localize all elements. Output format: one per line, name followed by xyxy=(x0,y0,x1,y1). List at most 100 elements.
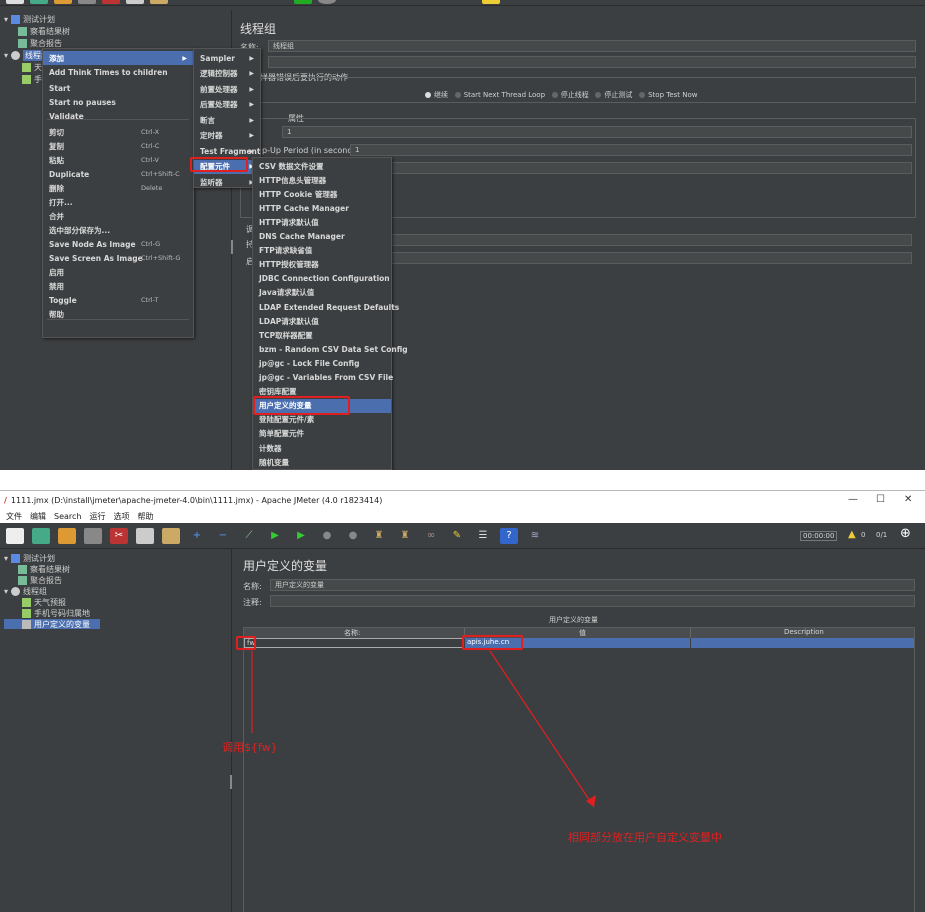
submenu-arrow-icon: ▶ xyxy=(249,54,254,62)
config-menu-item[interactable]: DNS Cache Manager xyxy=(253,230,391,244)
config-menu-item[interactable]: LDAP请求默认值 xyxy=(253,314,391,328)
context-menu-item[interactable]: Toggle Ctrl-T xyxy=(43,293,193,307)
context-menu-item[interactable]: Validate xyxy=(43,109,193,123)
config-menu-item[interactable]: 登陆配置元件/素 xyxy=(253,413,391,427)
add-menu-item[interactable]: Test Fragment ▶ xyxy=(194,144,260,158)
radio-stop-thread[interactable]: 停止线程 xyxy=(551,91,589,99)
add-menu-item[interactable]: 配置元件▶ xyxy=(194,159,260,174)
context-menu-item[interactable]: Duplicate Ctrl+Shift-C xyxy=(43,167,193,181)
config-menu-item[interactable]: Java请求默认值 xyxy=(253,286,391,300)
add-menu-item[interactable]: Sampler ▶ xyxy=(194,51,260,65)
menu-item-label: HTTP Cache Manager xyxy=(259,203,349,213)
radio-continue[interactable]: 继续 xyxy=(425,91,448,99)
splitter[interactable] xyxy=(231,240,233,254)
context-menu-item[interactable]: 选中部分保存为... xyxy=(43,223,193,237)
menu-item-label: LDAP请求默认值 xyxy=(259,316,319,326)
add-menu-item[interactable]: 逻辑控制器 ▶ xyxy=(194,67,260,81)
add-menu-item[interactable]: 定时器 ▶ xyxy=(194,129,260,143)
add-menu-item[interactable]: 断言 ▶ xyxy=(194,113,260,127)
context-menu-item[interactable]: Start xyxy=(43,81,193,95)
radio-next-loop[interactable]: Start Next Thread Loop xyxy=(454,91,545,99)
config-menu-item[interactable]: 简单配置元件 xyxy=(253,427,391,441)
context-menu-item[interactable]: 剪切 Ctrl-X xyxy=(43,125,193,139)
context-menu-item[interactable]: 删除 Delete xyxy=(43,181,193,195)
tree-item-result-tree[interactable]: 察看结果树 xyxy=(18,26,70,37)
config-menu-item[interactable]: 密钥库配置 xyxy=(253,385,391,399)
radio-label: 停止线程 xyxy=(560,91,589,99)
copy-icon[interactable] xyxy=(126,0,144,4)
add-menu-item[interactable]: 前置处理器 ▶ xyxy=(194,82,260,96)
rampup-field[interactable]: 1 xyxy=(350,144,912,156)
context-menu-item[interactable]: 禁用 xyxy=(43,279,193,293)
context-menu-item[interactable]: Save Node As Image Ctrl-G xyxy=(43,237,193,251)
context-menu-item[interactable]: 合并 xyxy=(43,209,193,223)
top-screenshot: ▾测试计划 察看结果树 聚合报告 ▾线程组 天气 手机 线程组 名称: 线程组 … xyxy=(0,0,925,470)
threads-field[interactable]: 1 xyxy=(282,126,912,138)
menu-item-label: DNS Cache Manager xyxy=(259,232,345,241)
config-menu-item[interactable]: bzm - Random CSV Data Set Config xyxy=(253,342,408,356)
tree-label: 测试计划 xyxy=(23,15,56,24)
comment-field[interactable] xyxy=(268,56,916,68)
menu-item-label: HTTP信息头管理器 xyxy=(259,175,327,185)
add-menu-item[interactable]: 后置处理器 ▶ xyxy=(194,98,260,112)
menu-item-label: Start xyxy=(49,83,71,93)
radio-stop-test[interactable]: 停止测试 xyxy=(595,91,632,99)
radio-label: 继续 xyxy=(434,91,448,99)
config-menu-item[interactable]: HTTP请求默认值 xyxy=(253,215,391,229)
config-menu-item[interactable]: jp@gc - Variables From CSV File xyxy=(253,371,393,385)
menu-item-label: 前置处理器 xyxy=(200,84,238,94)
menu-item-label: HTTP Cookie 管理器 xyxy=(259,189,338,199)
broom-icon[interactable] xyxy=(482,0,500,4)
config-menu-item[interactable]: CSV 数据文件设置 xyxy=(253,159,391,173)
stop-icon[interactable] xyxy=(318,0,336,4)
start-icon[interactable] xyxy=(294,0,312,4)
context-menu-item[interactable]: Start no pauses xyxy=(43,95,193,109)
menu-item-label: FTP请求缺省值 xyxy=(259,246,313,256)
loop-field[interactable] xyxy=(340,162,912,174)
menu-item-label: Add Think Times to children xyxy=(49,67,168,77)
add-menu-item[interactable]: 监听器▶ xyxy=(194,175,260,189)
context-menu-item[interactable]: Save Screen As Image Ctrl+Shift-G xyxy=(43,251,193,265)
config-menu-item[interactable]: HTTP Cache Manager xyxy=(253,201,391,215)
context-menu-item[interactable]: 复制 Ctrl-C xyxy=(43,139,193,153)
config-menu-item[interactable]: FTP请求缺省值 xyxy=(253,244,391,258)
config-menu-item[interactable]: 计数器 xyxy=(253,441,391,455)
context-menu-item[interactable]: 粘贴 Ctrl-V xyxy=(43,153,193,167)
context-menu-item[interactable]: Add Think Times to children xyxy=(43,65,193,79)
open-icon[interactable] xyxy=(54,0,72,4)
context-menu-item[interactable]: 添加 ▶ xyxy=(43,51,193,65)
context-menu-item[interactable]: 启用 xyxy=(43,265,193,279)
menu-item-label: 断言 xyxy=(200,115,215,125)
config-menu-item[interactable]: LDAP Extended Request Defaults xyxy=(253,300,399,314)
menu-item-label: LDAP Extended Request Defaults xyxy=(259,302,400,312)
config-menu-item[interactable]: 用户定义的变量 xyxy=(253,398,391,413)
context-menu: 添加 ▶ Add Think Times to children Start Start… xyxy=(42,48,194,338)
menu-item-label: 后置处理器 xyxy=(200,100,238,109)
tree-item-test-plan[interactable]: ▾ 测试计划 xyxy=(4,14,55,25)
save-icon[interactable] xyxy=(78,0,96,4)
menu-item-label: CSV 数据文件设置 xyxy=(259,161,324,171)
cut-icon[interactable] xyxy=(102,0,120,4)
menu-item-label: Save Screen As Image xyxy=(49,253,143,263)
context-menu-item[interactable]: 打开... xyxy=(43,195,193,209)
config-menu-item[interactable]: TCP取样器配置 xyxy=(253,328,391,342)
config-menu-item[interactable]: jp@gc - Lock File Config xyxy=(253,356,391,370)
config-menu-item[interactable]: 随机变量 xyxy=(253,455,391,469)
menu-item-label: 帮助 xyxy=(49,309,64,319)
radio-dot xyxy=(454,92,461,98)
chart-icon xyxy=(18,27,27,36)
toolbar xyxy=(0,0,925,6)
name-field[interactable]: 线程组 xyxy=(268,40,916,52)
radio-stop-now[interactable]: Stop Test Now xyxy=(639,91,698,99)
new-icon[interactable] xyxy=(6,0,24,4)
template-icon[interactable] xyxy=(30,0,48,4)
config-menu-item[interactable]: HTTP信息头管理器 xyxy=(253,173,391,187)
submenu-arrow-icon: ▶ xyxy=(249,132,254,139)
config-menu-item[interactable]: HTTP Cookie 管理器 xyxy=(253,187,391,201)
config-menu-item[interactable]: HTTP授权管理器 xyxy=(253,258,391,272)
paste-icon[interactable] xyxy=(150,0,168,4)
config-menu-item[interactable]: JDBC Connection Configuration xyxy=(253,272,391,286)
menu-item-label: 粘贴 xyxy=(49,155,64,165)
add-submenu: Sampler ▶ 逻辑控制器 ▶ 前置处理器 ▶ 后置处理器 ▶ 断言 ▶ 定时器 ▶ Test Fr… xyxy=(193,48,261,188)
menu-item-label: 用户定义的变量 xyxy=(259,401,312,411)
